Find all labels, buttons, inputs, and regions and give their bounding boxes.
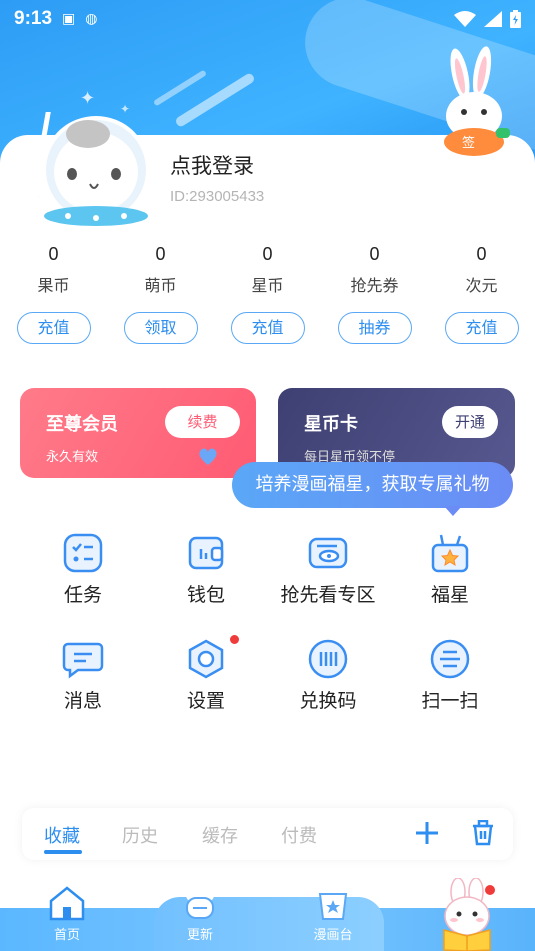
menu-label: 任务 — [63, 584, 102, 606]
recharge-dimension-button[interactable]: 充值 — [444, 312, 519, 344]
wifi-icon — [454, 11, 476, 27]
stat-label: 萌币 — [144, 276, 177, 295]
stat-cute-coin: 0 萌币 领取 — [107, 244, 214, 344]
menu-label: 消息 — [63, 690, 102, 712]
nav-home[interactable]: 首页 — [32, 884, 102, 943]
menu-wallet[interactable]: 钱包 — [146, 532, 266, 607]
menu-settings[interactable]: 设置 — [146, 638, 266, 713]
vip-card[interactable]: 至尊会员 永久有效 续费 — [20, 388, 256, 478]
menu-fortune-star[interactable]: 福星 — [390, 532, 510, 607]
trash-icon[interactable] — [471, 820, 495, 846]
avatar[interactable]: ✦ — [38, 112, 154, 230]
bunny-mascot-icon: 签 — [444, 46, 510, 156]
stat-star-coin: 0 星币 充值 — [214, 244, 321, 344]
nav-updates[interactable]: 更新 — [165, 884, 235, 943]
bunny-reader-icon[interactable] — [434, 878, 504, 951]
nav-comic-stage[interactable]: 漫画台 — [298, 884, 368, 943]
stat-value: 0 — [369, 244, 380, 264]
draw-ticket-button[interactable]: 抽券 — [337, 312, 412, 344]
add-icon[interactable] — [414, 820, 440, 846]
star-card-title: 星币卡 — [304, 414, 358, 435]
chef-bread-icon — [186, 885, 214, 919]
menu-task[interactable]: 任务 — [23, 532, 143, 607]
stat-label: 次元 — [465, 276, 498, 295]
stat-dimension: 0 次元 充值 — [428, 244, 535, 344]
status-bar: 9:13 ▣ ◍ — [0, 0, 535, 38]
stat-value: 0 — [262, 244, 273, 264]
stat-value: 0 — [155, 244, 166, 264]
battery-icon — [510, 10, 521, 28]
svg-text:签: 签 — [462, 135, 475, 151]
wallet-icon — [188, 536, 224, 570]
gift-star-icon — [431, 534, 469, 573]
tooltip-tail — [444, 506, 462, 516]
signal-icon — [484, 11, 502, 27]
activate-button[interactable]: 开通 — [442, 406, 498, 438]
currency-stats: 0 果币 充值 0 萌币 领取 0 星币 充值 0 抢先券 抽券 0 次元 充值 — [0, 244, 535, 344]
redeem-code-icon — [308, 639, 348, 679]
fortune-star-tooltip[interactable]: 培养漫画福星，获取专属礼物 — [232, 462, 513, 508]
stat-label: 果币 — [37, 276, 70, 295]
message-bubble-icon — [62, 642, 104, 679]
decor-meteor — [152, 69, 208, 107]
notification-icon: ▣ — [62, 11, 76, 27]
ticket-eye-icon — [308, 537, 348, 569]
recharge-star-coin-button[interactable]: 充值 — [230, 312, 305, 344]
menu-label: 扫一扫 — [421, 690, 479, 712]
active-tab-indicator — [44, 850, 82, 854]
claim-cute-coin-button[interactable]: 领取 — [123, 312, 198, 344]
status-time: 9:13 — [14, 8, 53, 29]
renew-button[interactable]: 续费 — [165, 406, 240, 438]
menu-label: 福星 — [430, 584, 469, 606]
menu-label: 钱包 — [186, 584, 225, 606]
stat-label: 星币 — [251, 276, 284, 295]
menu-label: 兑换码 — [299, 690, 357, 712]
menu-messages[interactable]: 消息 — [23, 638, 143, 713]
nav-label: 更新 — [186, 928, 213, 943]
scan-icon — [430, 639, 470, 679]
task-list-icon — [63, 533, 103, 573]
comic-star-icon — [318, 887, 348, 920]
tab-cache[interactable]: 缓存 — [202, 822, 238, 848]
menu-redeem-code[interactable]: 兑换码 — [268, 638, 388, 713]
settings-badge — [230, 635, 239, 644]
menu-label: 设置 — [186, 690, 225, 712]
stat-fruit-coin: 0 果币 充值 — [0, 244, 107, 344]
home-icon — [49, 886, 85, 921]
nav-label: 首页 — [53, 928, 80, 943]
stat-early-ticket: 0 抢先券 抽券 — [321, 244, 428, 344]
login-link[interactable]: 点我登录 — [170, 150, 254, 180]
tab-paid[interactable]: 付费 — [281, 822, 317, 848]
collection-tabs: 收藏 历史 缓存 付费 — [22, 808, 513, 860]
stat-value: 0 — [476, 244, 487, 264]
sparkle-icon: ✦ — [80, 88, 96, 109]
menu-scan[interactable]: 扫一扫 — [390, 638, 510, 713]
heart-icon — [199, 448, 217, 465]
stat-label: 抢先券 — [350, 276, 399, 295]
menu-early-access[interactable]: 抢先看专区 — [268, 532, 388, 607]
vip-title: 至尊会员 — [46, 414, 118, 435]
tab-history[interactable]: 历史 — [122, 822, 158, 848]
tab-favorites[interactable]: 收藏 — [44, 822, 80, 848]
settings-hexagon-icon — [188, 639, 224, 679]
menu-label: 抢先看专区 — [280, 584, 376, 606]
nav-label: 漫画台 — [313, 928, 353, 943]
shield-icon: ◍ — [85, 11, 98, 27]
svg-text:✦: ✦ — [38, 190, 40, 206]
vip-subtitle: 永久有效 — [46, 450, 99, 465]
recharge-fruit-coin-button[interactable]: 充值 — [16, 312, 91, 344]
stat-value: 0 — [48, 244, 59, 264]
user-id: ID:293005433 — [170, 188, 265, 205]
